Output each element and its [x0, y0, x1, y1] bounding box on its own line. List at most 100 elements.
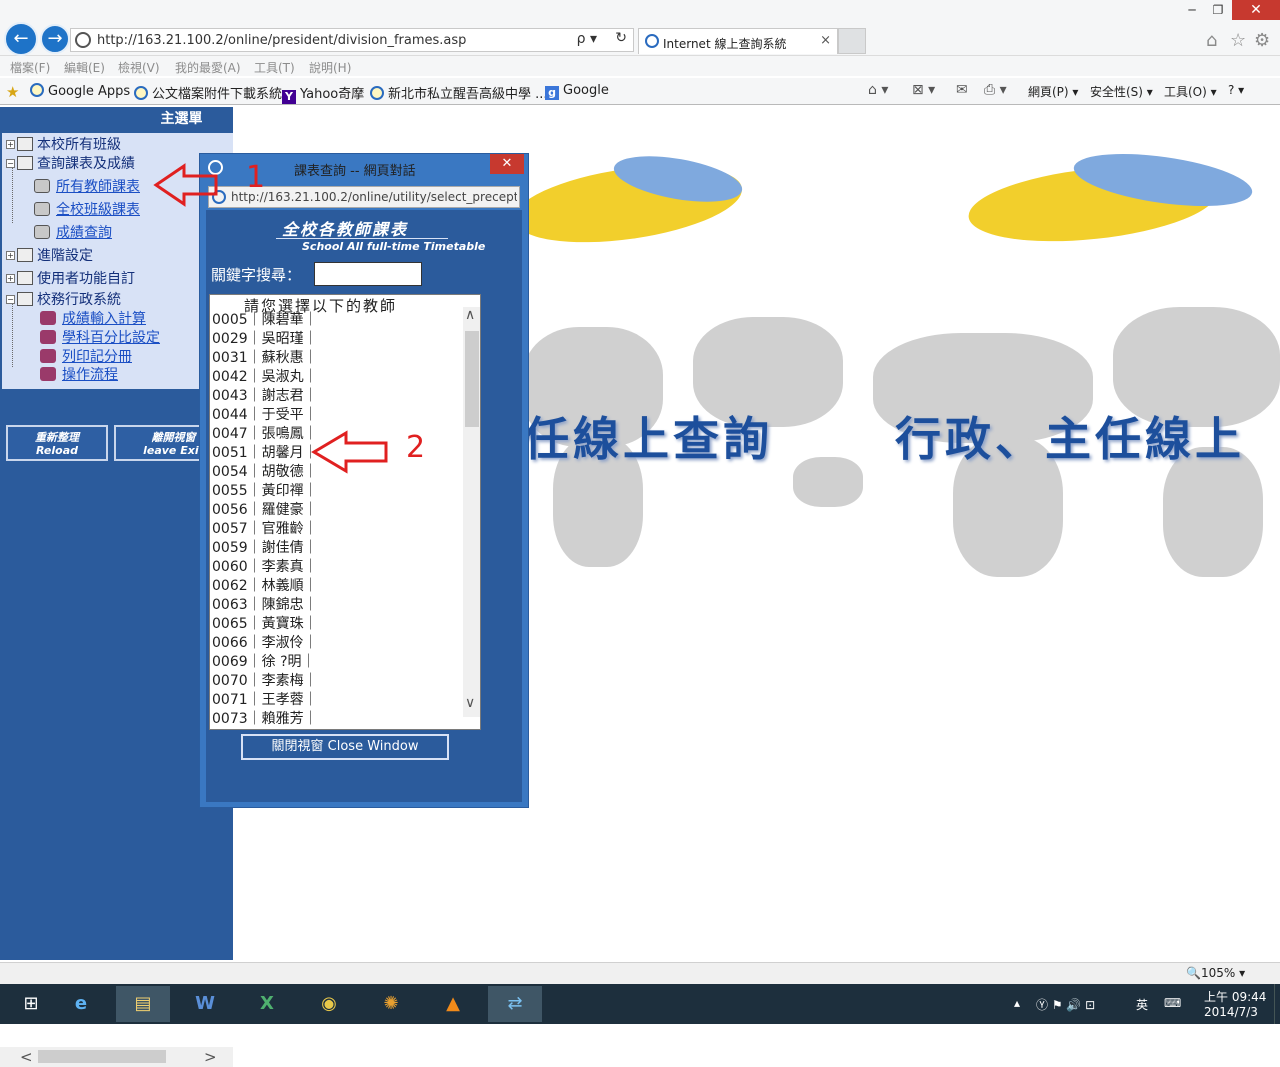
- show-desktop-button[interactable]: [1274, 984, 1280, 1024]
- teacher-option[interactable]: 0054｜胡敬德｜: [212, 463, 318, 481]
- teacher-option[interactable]: 0070｜李素梅｜: [212, 672, 318, 690]
- teacher-option[interactable]: 0069｜徐 ?明｜: [212, 653, 316, 671]
- teacher-option[interactable]: 0047｜張鳴鳳｜: [212, 425, 318, 443]
- tree-node-advanced[interactable]: + 進階設定: [6, 245, 93, 265]
- teacher-option[interactable]: 0051｜胡馨月｜: [212, 444, 318, 462]
- menu-view[interactable]: 檢視(V): [118, 59, 160, 76]
- scroll-up-icon[interactable]: ∧: [465, 307, 475, 323]
- teacher-option[interactable]: 0057｜官雅齡｜: [212, 520, 318, 538]
- page-menu[interactable]: 網頁(P) ▾: [1028, 83, 1078, 100]
- favorites-star-icon[interactable]: ★: [6, 83, 19, 101]
- clock-time[interactable]: 上午 09:44: [1204, 988, 1266, 1005]
- menu-link-print-gradebook[interactable]: 列印記分冊: [40, 346, 132, 366]
- tree-node-all-classes[interactable]: + 本校所有班級: [6, 134, 121, 154]
- minimize-button[interactable]: ─: [1178, 0, 1206, 20]
- fav-google-apps[interactable]: Google Apps: [30, 83, 130, 99]
- teacher-option[interactable]: 0066｜李淑伶｜: [212, 634, 318, 652]
- tray-expand-icon[interactable]: ▴: [1014, 996, 1020, 1010]
- dialog-close-button[interactable]: ✕: [490, 154, 524, 174]
- taskbar-excel[interactable]: X: [240, 986, 294, 1022]
- fav-school[interactable]: 新北市私立醒吾高級中學 ...: [370, 83, 548, 102]
- menu-tools[interactable]: 工具(T): [254, 59, 295, 76]
- menu-link-grade-query[interactable]: 成績查詢: [34, 222, 112, 242]
- scroll-left-icon[interactable]: <: [20, 1048, 33, 1066]
- tree-node-user-custom[interactable]: + 使用者功能自訂: [6, 268, 135, 288]
- taskbar-explorer[interactable]: ▤: [116, 986, 170, 1022]
- favorites-icon[interactable]: ☆: [1230, 30, 1246, 51]
- taskbar-app[interactable]: ✺: [364, 986, 418, 1022]
- teacher-option[interactable]: 0043｜謝志君｜: [212, 387, 318, 405]
- teacher-option[interactable]: 0059｜謝佳倩｜: [212, 539, 318, 557]
- search-dropdown-icon[interactable]: ρ ▾: [577, 31, 597, 47]
- teacher-option[interactable]: 0056｜羅健豪｜: [212, 501, 318, 519]
- maximize-button[interactable]: ❐: [1204, 0, 1232, 20]
- zoom-level[interactable]: 🔍105% ▾: [1186, 966, 1245, 980]
- teacher-option[interactable]: 0042｜吳淑丸｜: [212, 368, 318, 386]
- refresh-icon[interactable]: ↻: [615, 30, 627, 46]
- url-input[interactable]: http://163.21.100.2/online/president/div…: [70, 28, 634, 52]
- teacher-option[interactable]: 0062｜林義順｜: [212, 577, 318, 595]
- teacher-option[interactable]: 0073｜賴雅芳｜: [212, 710, 318, 728]
- taskbar-ie[interactable]: e: [54, 986, 108, 1022]
- new-tab-button[interactable]: [838, 28, 866, 54]
- home-icon[interactable]: ⌂: [1206, 30, 1217, 51]
- tools-menu[interactable]: 工具(O) ▾: [1164, 83, 1217, 100]
- teacher-option[interactable]: 0029｜吳昭瑾｜: [212, 330, 318, 348]
- menu-help[interactable]: 說明(H): [309, 59, 351, 76]
- menu-edit[interactable]: 編輯(E): [64, 59, 105, 76]
- close-window-button[interactable]: ✕: [1232, 0, 1280, 20]
- annotation-arrow-1: [153, 163, 218, 207]
- keyboard-icon[interactable]: ⌨: [1164, 996, 1181, 1010]
- menu-link-all-teachers[interactable]: 所有教師課表: [34, 176, 140, 196]
- fav-document-download[interactable]: 公文檔案附件下載系統: [134, 83, 282, 102]
- tree-node-admin-system[interactable]: − 校務行政系統: [6, 289, 121, 309]
- search-input[interactable]: [314, 262, 422, 286]
- mail-icon[interactable]: ✉: [956, 82, 968, 98]
- teacher-option[interactable]: 0044｜于受平｜: [212, 406, 318, 424]
- print-icon[interactable]: ⎙ ▾: [984, 82, 1007, 98]
- scroll-right-icon[interactable]: >: [204, 1048, 217, 1066]
- teacher-option[interactable]: 0065｜黃寶珠｜: [212, 615, 318, 633]
- scroll-thumb[interactable]: [38, 1050, 166, 1063]
- menu-link-workflow[interactable]: 操作流程: [40, 364, 118, 384]
- scroll-thumb[interactable]: [465, 331, 479, 427]
- taskbar-word[interactable]: W: [178, 986, 232, 1022]
- menu-link-all-classes[interactable]: 全校班級課表: [34, 199, 140, 219]
- menu-link-grade-input[interactable]: 成績輸入計算: [40, 308, 146, 328]
- safety-menu[interactable]: 安全性(S) ▾: [1090, 83, 1153, 100]
- menu-favorites[interactable]: 我的最愛(A): [175, 59, 241, 76]
- teacher-option[interactable]: 0055｜黃印禪｜: [212, 482, 318, 500]
- tab-title: Internet 線上查詢系統: [663, 37, 787, 51]
- help-icon[interactable]: ? ▾: [1228, 83, 1244, 97]
- teacher-option[interactable]: 0031｜蘇秋惠｜: [212, 349, 318, 367]
- home-icon[interactable]: ⌂ ▾: [868, 82, 888, 98]
- scroll-down-icon[interactable]: ∨: [465, 695, 475, 711]
- tab-close-icon[interactable]: ×: [820, 33, 831, 48]
- teacher-listbox[interactable]: 請您選擇以下的教師 0005｜陳碧華｜ 0029｜吳昭瑾｜ 0031｜蘇秋惠｜ 004…: [209, 294, 481, 730]
- close-window-button[interactable]: 關閉視窗 Close Window: [241, 734, 449, 760]
- tray-icons[interactable]: Ⓨ ⚑ 🔊 ⊡: [1036, 996, 1095, 1013]
- back-button[interactable]: ←: [4, 22, 38, 56]
- feeds-icon[interactable]: ⊠ ▾: [912, 82, 935, 98]
- fav-yahoo[interactable]: Y Yahoo奇摩: [282, 83, 364, 104]
- teacher-option[interactable]: 0005｜陳碧華｜: [212, 311, 318, 329]
- forward-button[interactable]: →: [40, 24, 70, 54]
- taskbar-teamviewer[interactable]: ⇄: [488, 986, 542, 1022]
- teacher-option[interactable]: 0060｜李素真｜: [212, 558, 318, 576]
- horizontal-scrollbar[interactable]: < >: [0, 1047, 233, 1067]
- teacher-option[interactable]: 0063｜陳錦忠｜: [212, 596, 318, 614]
- gear-icon[interactable]: ⚙: [1254, 30, 1270, 51]
- tree-node-query-schedule[interactable]: − 查詢課表及成績: [6, 153, 135, 173]
- ime-indicator[interactable]: 英: [1136, 996, 1148, 1013]
- start-button[interactable]: ⊞: [4, 986, 58, 1022]
- taskbar-chrome[interactable]: ◉: [302, 986, 356, 1022]
- reload-button[interactable]: 重新整理 Reload: [6, 425, 108, 461]
- menu-link-subject-percent[interactable]: 學科百分比設定: [40, 327, 160, 347]
- tab-active[interactable]: Internet 線上查詢系統 ×: [638, 28, 838, 54]
- list-scrollbar[interactable]: ∧ ∨: [463, 307, 480, 717]
- fav-google[interactable]: g Google: [545, 83, 609, 100]
- teacher-option[interactable]: 0071｜王孝蓉｜: [212, 691, 318, 709]
- clock-date[interactable]: 2014/7/3: [1204, 1005, 1258, 1019]
- taskbar-vlc[interactable]: ▲: [426, 986, 480, 1022]
- menu-file[interactable]: 檔案(F): [10, 59, 50, 76]
